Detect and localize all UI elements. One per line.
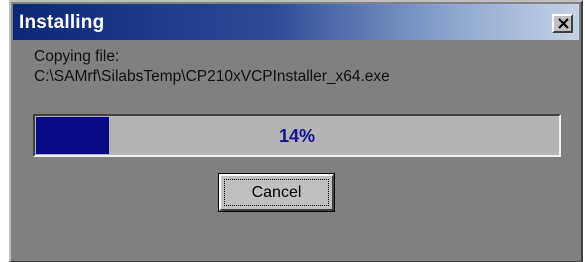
installing-dialog: Installing Copying file: C:\SAMrf\Silabs… bbox=[9, 0, 583, 262]
progress-bar: 14% bbox=[33, 114, 561, 157]
window-title: Installing bbox=[19, 12, 105, 33]
progress-percent: 14% bbox=[278, 126, 316, 146]
status-label: Copying file: bbox=[34, 48, 120, 65]
cancel-button-label: Cancel bbox=[251, 184, 302, 201]
cancel-button[interactable]: Cancel bbox=[218, 173, 335, 212]
close-button[interactable] bbox=[552, 14, 573, 33]
title-bar[interactable]: Installing bbox=[13, 4, 579, 40]
close-icon bbox=[558, 18, 569, 29]
file-path: C:\SAMrf\SilabsTemp\CP210xVCPInstaller_x… bbox=[34, 68, 390, 85]
